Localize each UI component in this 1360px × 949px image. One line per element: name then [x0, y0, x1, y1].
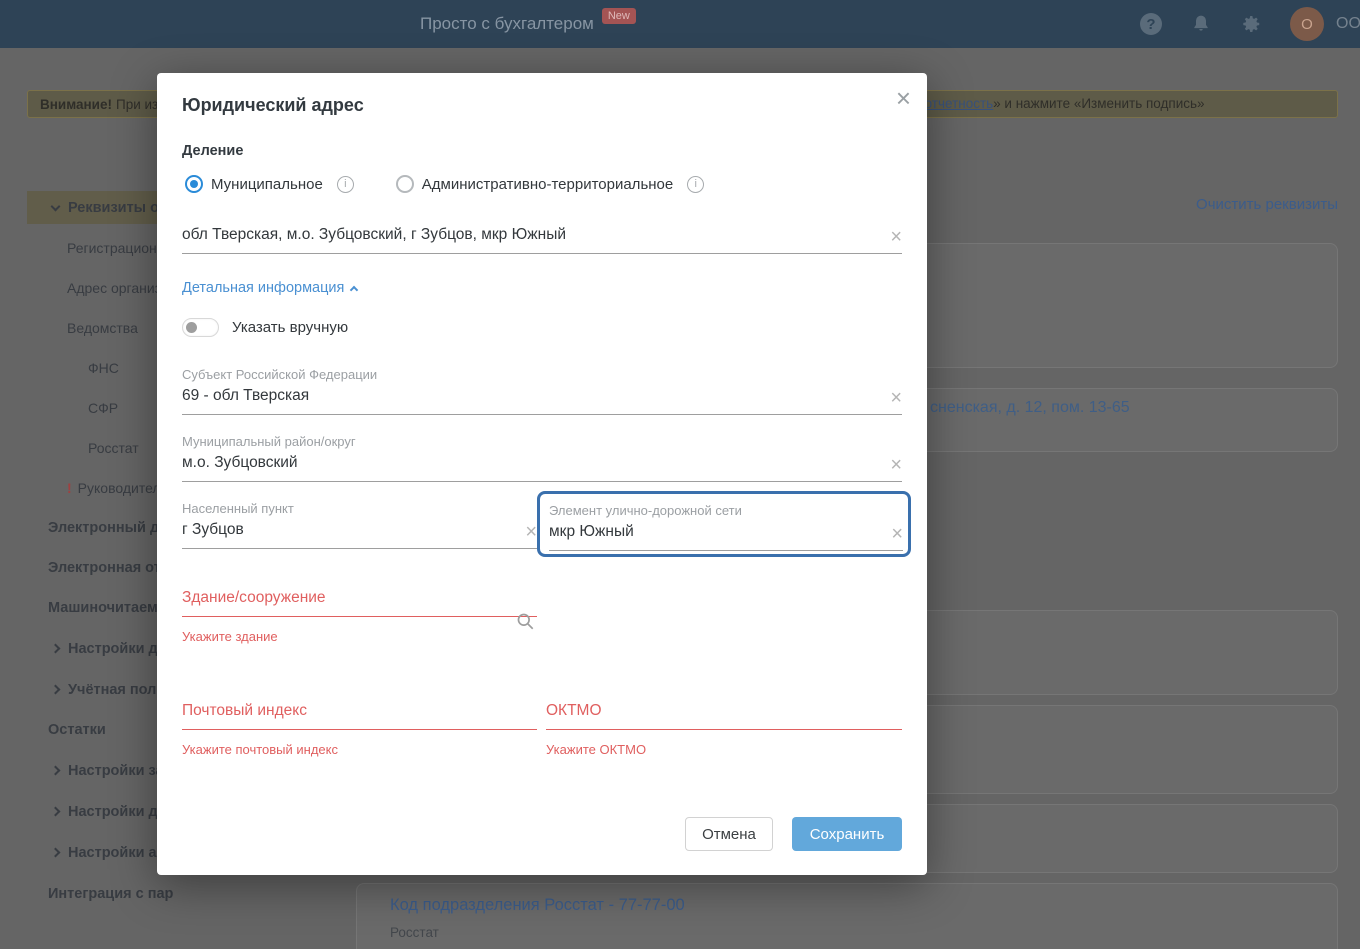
- radio-administrative-label[interactable]: Административно-территориальное: [422, 176, 673, 193]
- postcode-field: Укажите почтовый индекс: [182, 702, 537, 757]
- division-label: Деление: [182, 143, 244, 159]
- app-title-wrap: Просто с бухгалтером New: [420, 0, 636, 48]
- full-address-input[interactable]: [182, 226, 902, 254]
- save-button[interactable]: Сохранить: [792, 817, 902, 851]
- chevron-right-icon: [50, 847, 61, 858]
- chevron-right-icon: [50, 643, 61, 654]
- radio-municipal-label[interactable]: Муниципальное: [211, 176, 323, 193]
- division-radio-group: Муниципальное i Административно-территор…: [185, 175, 705, 193]
- clear-street-icon[interactable]: ×: [891, 524, 903, 544]
- search-icon[interactable]: [516, 612, 535, 636]
- subject-label: Субъект Российской Федерации: [182, 367, 378, 382]
- organization-name[interactable]: ООО: [1336, 15, 1360, 33]
- sidebar-item-label: Росстат: [88, 439, 139, 456]
- sidebar-item-label: ФНС: [88, 359, 119, 376]
- legal-address-modal: Юридический адрес × Деление Муниципально…: [157, 73, 927, 875]
- warning-banner-right: ая отчетность» и нажмите «Изменить подпи…: [906, 96, 1205, 111]
- toggle-knob: [186, 322, 197, 333]
- sidebar-item-label: Остатки: [48, 721, 106, 738]
- sidebar-item-label: СФР: [88, 399, 119, 416]
- rosstat-code-link[interactable]: Код подразделения Росстат - 77-77-00: [390, 896, 685, 915]
- building-error: Укажите здание: [182, 629, 278, 644]
- sidebar-item-label: Регистрационн: [67, 239, 165, 256]
- app-title: Просто с бухгалтером: [420, 14, 594, 33]
- settings-gear-icon[interactable]: [1240, 13, 1262, 35]
- settlement-field: Населенный пункт ×: [182, 501, 537, 549]
- manual-entry-row: Указать вручную: [182, 318, 348, 337]
- warning-mark: !: [67, 479, 72, 496]
- manual-entry-toggle[interactable]: [182, 318, 219, 337]
- subject-field: Субъект Российской Федерации ×: [182, 367, 902, 415]
- street-label: Элемент улично-дорожной сети: [549, 503, 742, 518]
- close-icon[interactable]: ×: [896, 85, 911, 111]
- rosstat-caption: Росстат: [390, 925, 439, 940]
- oktmo-error: Укажите ОКТМО: [546, 742, 647, 757]
- sidebar-item-label: Реквизиты ор: [68, 199, 168, 216]
- warning-banner-text-right: » и нажмите «Изменить подпись»: [993, 96, 1205, 111]
- chevron-right-icon: [50, 765, 61, 776]
- oktmo-input[interactable]: [546, 702, 902, 730]
- oktmo-field: Укажите ОКТМО: [546, 702, 902, 757]
- sidebar-item-label: Руководитель: [77, 479, 168, 496]
- full-address-field: ×: [182, 226, 902, 254]
- subject-input[interactable]: [182, 387, 902, 415]
- chevron-right-icon: [50, 806, 61, 817]
- clear-district-icon[interactable]: ×: [890, 455, 902, 475]
- chevron-up-icon: [350, 285, 359, 295]
- settlement-label: Населенный пункт: [182, 501, 294, 516]
- district-input[interactable]: [182, 454, 902, 482]
- sidebar-item-label: Интеграция с пар: [48, 885, 174, 902]
- details-toggle-link[interactable]: Детальная информация: [182, 280, 359, 296]
- clear-requisites-link[interactable]: Очистить реквизиты: [1196, 196, 1338, 213]
- radio-administrative[interactable]: [395, 175, 414, 193]
- info-icon[interactable]: i: [687, 175, 705, 193]
- sidebar-item[interactable]: Интеграция с пар: [27, 877, 356, 910]
- new-badge: New: [601, 8, 636, 24]
- radio-municipal[interactable]: [185, 175, 203, 193]
- background-card-rosstat: [356, 883, 1338, 949]
- sidebar-item-label: Настройки акк: [68, 844, 172, 861]
- building-field: Укажите здание: [182, 589, 537, 644]
- clear-address-icon[interactable]: ×: [890, 227, 902, 247]
- topbar-actions: ? О ООО: [1140, 0, 1360, 48]
- chevron-right-icon: [50, 684, 61, 695]
- street-field-focused: Элемент улично-дорожной сети ×: [537, 491, 911, 557]
- topbar: Просто с бухгалтером New ? О ООО: [0, 0, 1360, 48]
- district-field: Муниципальный район/округ ×: [182, 434, 902, 482]
- manual-entry-label: Указать вручную: [232, 319, 349, 336]
- clear-subject-icon[interactable]: ×: [890, 388, 902, 408]
- clear-settlement-icon[interactable]: ×: [525, 522, 537, 542]
- postcode-error: Укажите почтовый индекс: [182, 742, 338, 757]
- chevron-down-icon: [50, 201, 61, 212]
- modal-title: Юридический адрес: [182, 95, 364, 115]
- sidebar-item-label: Электронная отч: [48, 559, 170, 576]
- help-icon[interactable]: ?: [1140, 13, 1162, 35]
- background-address-link[interactable]: сненская, д. 12, пом. 13-65: [930, 399, 1130, 417]
- sidebar-item-label: Адрес организ: [67, 279, 162, 296]
- details-toggle-label: Детальная информация: [182, 280, 345, 296]
- notifications-bell-icon[interactable]: [1190, 13, 1212, 35]
- cancel-button[interactable]: Отмена: [685, 817, 773, 851]
- postcode-input[interactable]: [182, 702, 537, 730]
- street-input[interactable]: [549, 523, 903, 551]
- street-field: Элемент улично-дорожной сети ×: [549, 503, 903, 551]
- sidebar-item-label: Ведомства: [67, 319, 138, 336]
- building-input[interactable]: [182, 589, 537, 617]
- user-avatar[interactable]: О: [1290, 7, 1324, 41]
- sidebar-item-label: Электронный до: [48, 519, 169, 536]
- district-label: Муниципальный район/округ: [182, 434, 356, 449]
- settlement-input[interactable]: [182, 521, 537, 549]
- sidebar-item-label: Машиночитаемы: [48, 599, 171, 616]
- info-icon[interactable]: i: [336, 175, 354, 193]
